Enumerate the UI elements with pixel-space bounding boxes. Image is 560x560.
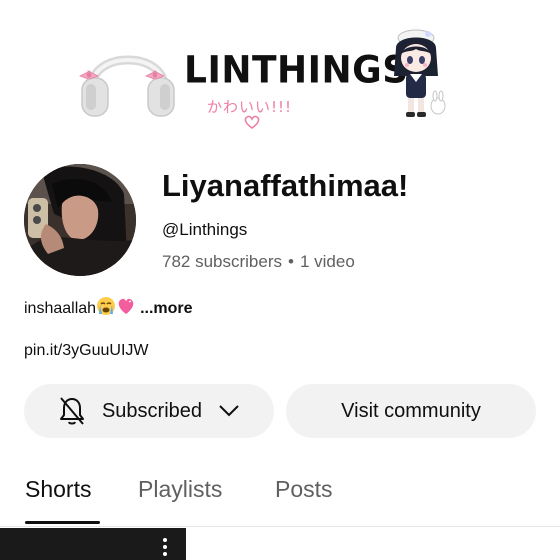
subscribed-label: Subscribed	[101, 399, 203, 422]
crying-face-emoji-icon	[96, 296, 116, 321]
channel-handle: @Linthings	[162, 220, 248, 239]
tab-playlists[interactable]: Playlists	[138, 476, 222, 503]
more-vert-icon[interactable]	[161, 536, 169, 560]
channel-stats: 782 subscribers • 1 video	[162, 252, 355, 272]
headphones-icon	[79, 55, 175, 117]
channel-name: Liyanaffathimaa!	[162, 168, 409, 203]
channel-tabs: Shorts Playlists Posts	[0, 470, 560, 527]
visit-community-label: Visit community	[341, 399, 481, 422]
bell-off-icon	[59, 397, 84, 425]
pink-heart-emoji-icon	[116, 296, 136, 321]
active-tab-indicator	[25, 521, 100, 524]
channel-avatar[interactable]	[24, 164, 136, 276]
chibi-character	[394, 29, 446, 117]
banner-title: LINTHINGS	[184, 48, 409, 93]
tab-posts[interactable]: Posts	[275, 476, 333, 503]
short-thumbnail[interactable]	[0, 528, 186, 560]
chevron-down-icon	[219, 405, 239, 417]
meta-separator: •	[288, 252, 294, 271]
avatar-photo	[24, 164, 136, 276]
visit-community-button[interactable]: Visit community	[286, 384, 536, 438]
more-link[interactable]: ...more	[140, 300, 192, 317]
subscribed-button[interactable]: Subscribed	[24, 384, 274, 438]
video-count: 1 video	[299, 252, 355, 271]
subscriber-count: 782 subscribers	[162, 252, 283, 271]
description-text: inshaallah	[24, 300, 97, 317]
tab-shorts[interactable]: Shorts	[25, 476, 91, 503]
heart-doodle-icon	[244, 115, 260, 129]
channel-external-link[interactable]: pin.it/3yGuuUIJW	[24, 342, 148, 360]
channel-banner: LINTHINGS かわいい!!!	[0, 0, 560, 148]
channel-description[interactable]: inshaallah ...more	[24, 296, 193, 321]
